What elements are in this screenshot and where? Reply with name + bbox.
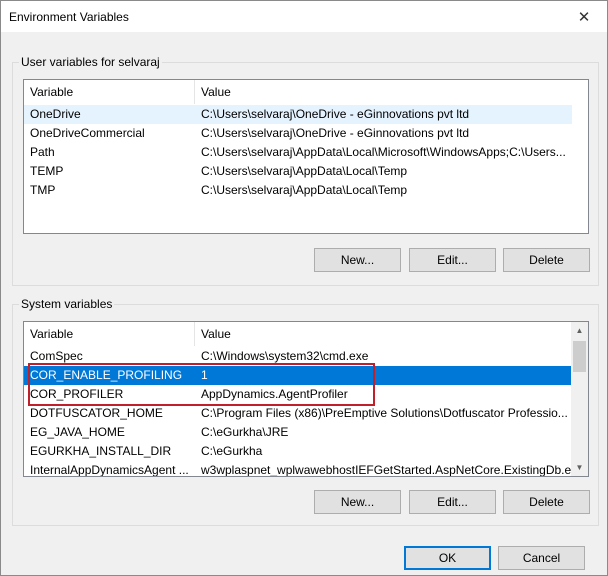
list-row[interactable]: DOTFUSCATOR_HOME C:\Program Files (x86)\P…: [24, 404, 572, 423]
system-edit-button[interactable]: Edit...: [409, 490, 496, 514]
variable-name-cell: EGURKHA_INSTALL_DIR: [30, 444, 172, 458]
variable-name-cell: TMP: [30, 183, 56, 197]
user-variables-list[interactable]: Variable Value OneDrive C:\Users\selvaraj…: [23, 79, 589, 234]
system-delete-button[interactable]: Delete: [503, 490, 590, 514]
column-header-value[interactable]: Value: [195, 80, 588, 104]
variable-value-cell: w3wplaspnet_wplwawebhostIEFGetStarted.As…: [201, 463, 572, 477]
ok-button[interactable]: OK: [404, 546, 491, 570]
variable-name-cell: COR_ENABLE_PROFILING: [30, 368, 183, 382]
window-title: Environment Variables: [9, 10, 129, 24]
variable-value-cell: C:\eGurkha\JRE: [201, 425, 289, 439]
variable-name-cell: EG_JAVA_HOME: [30, 425, 125, 439]
system-list-scrollbar[interactable]: ▲ ▼: [571, 322, 588, 476]
list-row[interactable]: OneDrive C:\Users\selvaraj\OneDrive - eGi…: [24, 105, 572, 124]
chevron-up-icon[interactable]: ▲: [571, 322, 588, 339]
column-header-variable[interactable]: Variable: [24, 80, 195, 104]
list-row[interactable]: EG_JAVA_HOME C:\eGurkha\JRE: [24, 423, 572, 442]
list-row[interactable]: TEMP C:\Users\selvaraj\AppData\Local\Temp: [24, 162, 572, 181]
list-row[interactable]: COR_ENABLE_PROFILING 1: [24, 366, 572, 385]
user-edit-button[interactable]: Edit...: [409, 248, 496, 272]
list-row[interactable]: ComSpec C:\Windows\system32\cmd.exe: [24, 347, 572, 366]
cancel-button[interactable]: Cancel: [498, 546, 585, 570]
variable-value-cell: 1: [201, 368, 208, 382]
list-row[interactable]: TMP C:\Users\selvaraj\AppData\Local\Temp: [24, 181, 572, 200]
variable-value-cell: C:\eGurkha: [201, 444, 263, 458]
user-variables-legend: User variables for selvaraj: [19, 55, 162, 69]
variable-value-cell: C:\Program Files (x86)\PreEmptive Soluti…: [201, 406, 568, 420]
variable-name-cell: ComSpec: [30, 349, 83, 363]
close-icon[interactable]: ✕: [561, 1, 607, 32]
title-bar[interactable]: Environment Variables ✕: [1, 1, 607, 32]
variable-name-cell: COR_PROFILER: [30, 387, 124, 401]
list-row[interactable]: InternalAppDynamicsAgent ... w3wplaspnet_…: [24, 461, 572, 477]
list-row[interactable]: EGURKHA_INSTALL_DIR C:\eGurkha: [24, 442, 572, 461]
scrollbar-thumb[interactable]: [573, 341, 586, 372]
variable-name-cell: OneDriveCommercial: [30, 126, 145, 140]
variable-value-cell: AppDynamics.AgentProfiler: [201, 387, 348, 401]
chevron-down-icon[interactable]: ▼: [571, 459, 588, 476]
system-variables-legend: System variables: [19, 297, 115, 311]
variable-value-cell: C:\Windows\system32\cmd.exe: [201, 349, 369, 363]
variable-name-cell: Path: [30, 145, 55, 159]
variable-value-cell: C:\Users\selvaraj\AppData\Local\Microsof…: [201, 145, 566, 159]
variable-value-cell: C:\Users\selvaraj\AppData\Local\Temp: [201, 164, 408, 178]
variable-value-cell: C:\Users\selvaraj\OneDrive - eGinnovatio…: [201, 107, 470, 121]
column-header-value[interactable]: Value: [195, 322, 573, 346]
system-variables-list[interactable]: Variable Value ComSpec C:\Windows\system3…: [23, 321, 589, 477]
user-new-button[interactable]: New...: [314, 248, 401, 272]
system-new-button[interactable]: New...: [314, 490, 401, 514]
variable-value-cell: C:\Users\selvaraj\OneDrive - eGinnovatio…: [201, 126, 470, 140]
variable-name-cell: DOTFUSCATOR_HOME: [30, 406, 163, 420]
list-row[interactable]: COR_PROFILER AppDynamics.AgentProfiler: [24, 385, 572, 404]
variable-name-cell: OneDrive: [30, 107, 81, 121]
column-header-variable[interactable]: Variable: [24, 322, 195, 346]
system-list-header: Variable Value: [24, 322, 588, 346]
list-row[interactable]: OneDriveCommercial C:\Users\selvaraj\OneD…: [24, 124, 572, 143]
environment-variables-dialog: Environment Variables ✕ User variables f…: [0, 0, 608, 576]
user-delete-button[interactable]: Delete: [503, 248, 590, 272]
variable-name-cell: TEMP: [30, 164, 64, 178]
variable-name-cell: InternalAppDynamicsAgent ...: [30, 463, 189, 477]
list-row[interactable]: Path C:\Users\selvaraj\AppData\Local\Micr…: [24, 143, 572, 162]
user-list-header: Variable Value: [24, 80, 588, 104]
variable-value-cell: C:\Users\selvaraj\AppData\Local\Temp: [201, 183, 408, 197]
